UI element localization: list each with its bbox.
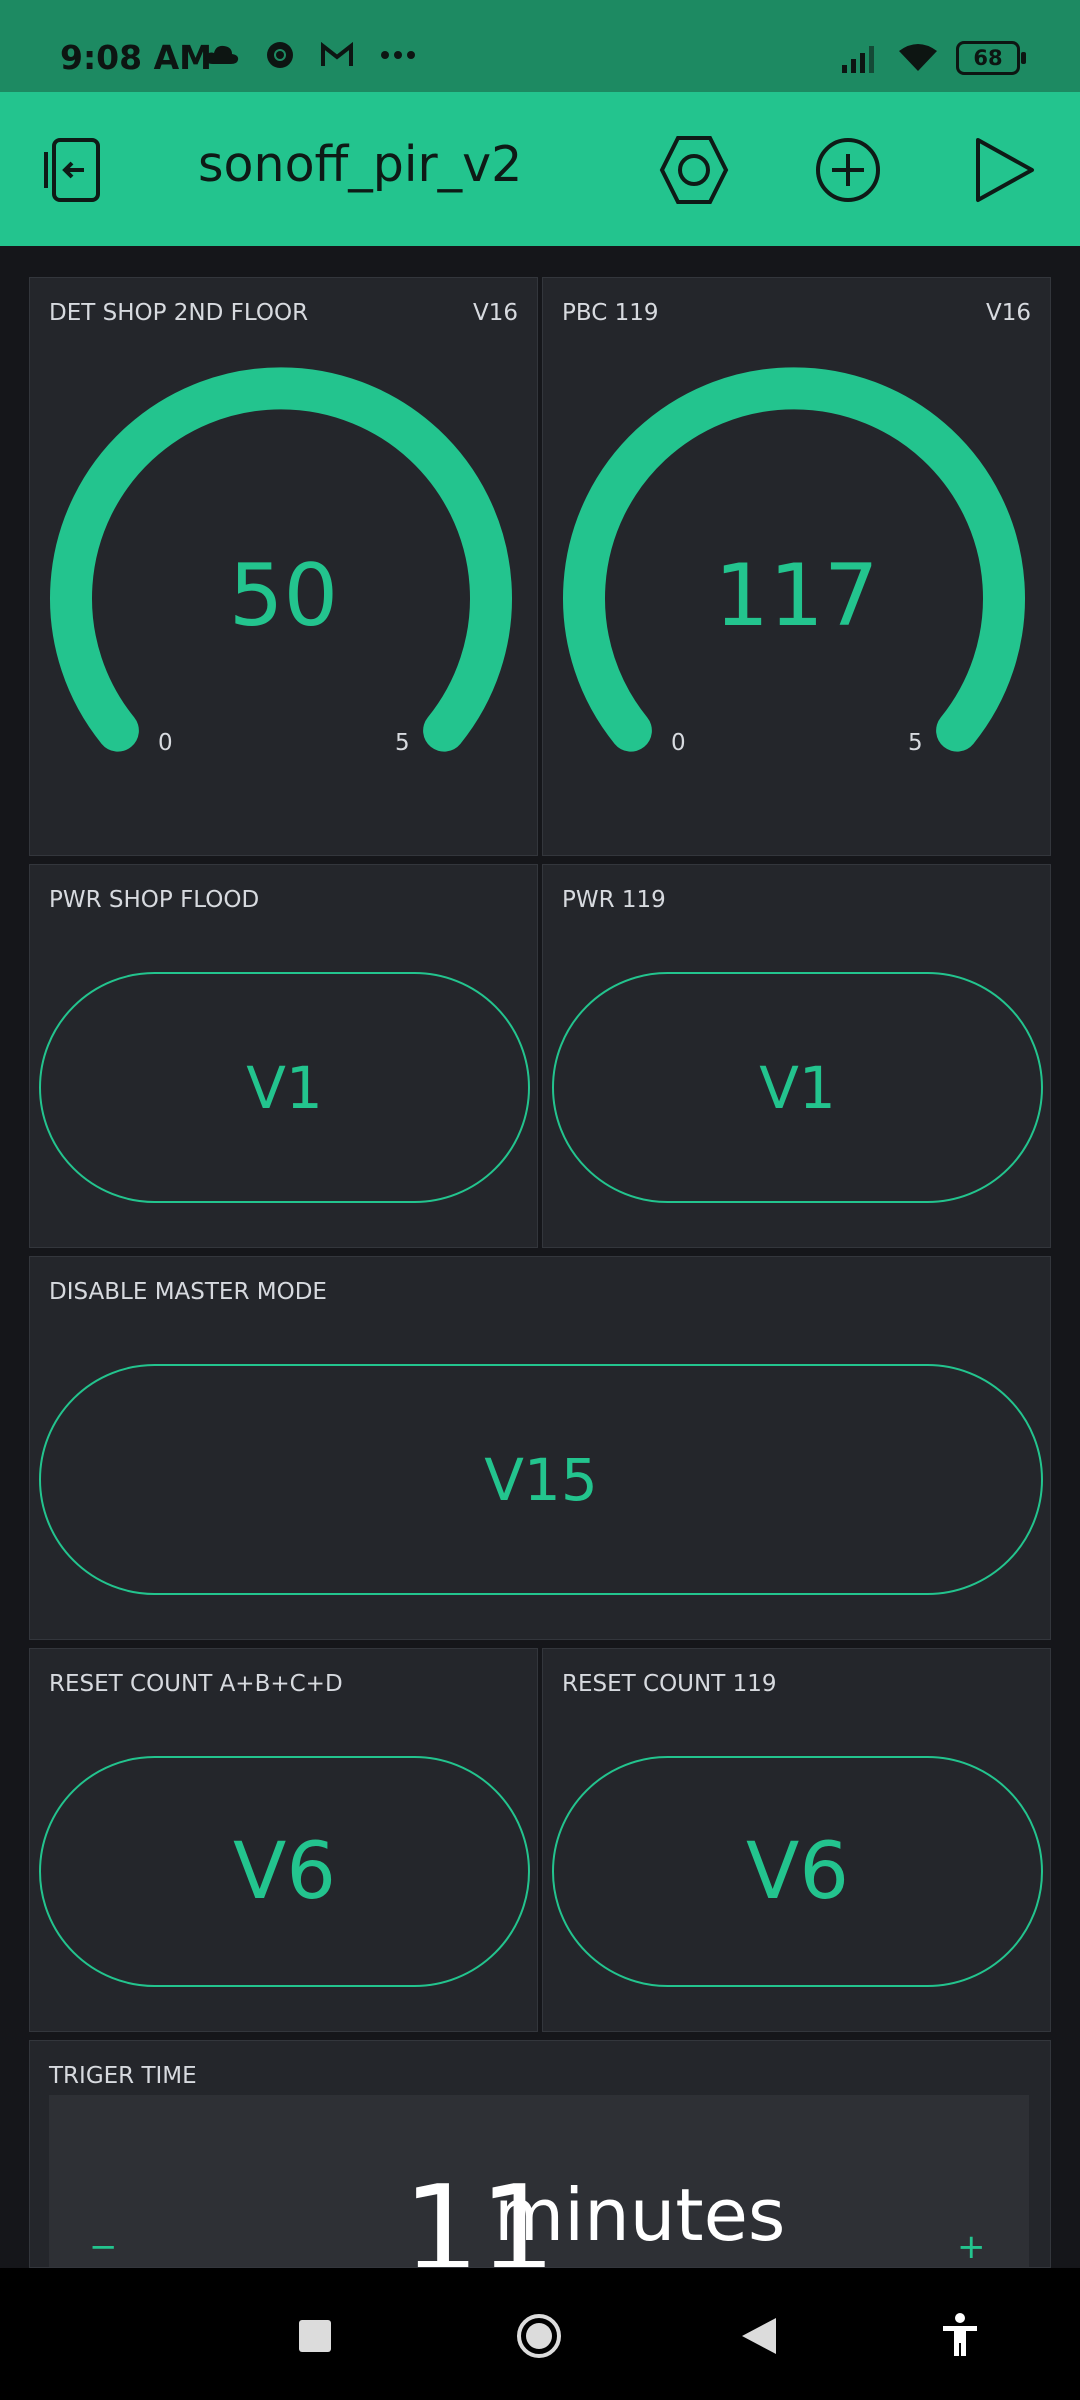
wifi-icon	[899, 44, 937, 71]
stepper-minus-button[interactable]: −	[89, 2227, 118, 2267]
button-text: V6	[233, 1826, 336, 1917]
button-text: V1	[246, 1053, 323, 1122]
gauge-value: 50	[228, 546, 339, 646]
cloud-icon	[205, 45, 239, 64]
button-text: V6	[746, 1826, 849, 1917]
reset-count-abcd-button[interactable]: V6	[39, 1756, 530, 1987]
accessibility-icon[interactable]	[940, 2312, 980, 2358]
back-icon[interactable]	[740, 2316, 778, 2356]
stepper-display: − 11 minutes +	[49, 2095, 1029, 2267]
gmail-icon	[321, 41, 354, 66]
gauge-value: 117	[714, 546, 879, 646]
stepper-widget-triger-time: TRIGER TIME − 11 minutes +	[29, 2040, 1051, 2268]
widget-label: RESET COUNT A+B+C+D	[49, 1671, 343, 1697]
widget-label: PWR 119	[562, 887, 666, 913]
battery-icon: 68	[956, 41, 1026, 75]
recent-apps-icon[interactable]	[297, 2318, 333, 2354]
button-text: V1	[759, 1053, 836, 1122]
gauge-max: 5	[395, 730, 410, 756]
pwr-shop-flood-button[interactable]: V1	[39, 972, 530, 1203]
app-bar: sonoff_pir_v2	[0, 92, 1080, 246]
pwr-119-button[interactable]: V1	[552, 972, 1043, 1203]
gauge-widget-pbc-119[interactable]: PBC 119 V16 117 0 5	[542, 277, 1051, 856]
play-icon[interactable]	[966, 132, 1042, 208]
system-nav-bar	[0, 2268, 1080, 2400]
more-dots-icon	[380, 50, 415, 59]
stepper-plus-button[interactable]: +	[957, 2227, 986, 2267]
disable-master-mode-button[interactable]: V15	[39, 1364, 1043, 1595]
signal-icon	[842, 46, 874, 73]
button-widget-reset-count-abcd: RESET COUNT A+B+C+D V6	[29, 1648, 538, 2032]
add-icon[interactable]	[810, 132, 886, 208]
button-widget-pwr-119: PWR 119 V1	[542, 864, 1051, 1248]
reset-count-119-button[interactable]: V6	[552, 1756, 1043, 1987]
stepper-unit: minutes	[494, 2173, 786, 2257]
exit-icon[interactable]	[38, 132, 114, 208]
widget-label: PWR SHOP FLOOD	[49, 887, 260, 913]
gauge-max: 5	[908, 730, 923, 756]
settings-nut-icon[interactable]	[656, 132, 732, 208]
gauge-widget-det-shop[interactable]: DET SHOP 2ND FLOOR V16 50 0 5	[29, 277, 538, 856]
widget-label: TRIGER TIME	[49, 2063, 197, 2089]
button-text: V15	[484, 1445, 598, 1514]
widget-label: DISABLE MASTER MODE	[49, 1279, 327, 1305]
button-widget-disable-master: DISABLE MASTER MODE V15	[29, 1256, 1051, 1640]
status-left-icons	[205, 36, 416, 71]
button-widget-pwr-shop-flood: PWR SHOP FLOOD V1	[29, 864, 538, 1248]
button-widget-reset-count-119: RESET COUNT 119 V6	[542, 1648, 1051, 2032]
project-title: sonoff_pir_v2	[198, 136, 523, 193]
widget-label: RESET COUNT 119	[562, 1671, 777, 1697]
status-bar: 9:08 AM 68	[0, 0, 1080, 92]
gauge-min: 0	[671, 730, 686, 756]
home-icon[interactable]	[515, 2312, 563, 2360]
gauge-min: 0	[158, 730, 173, 756]
status-time: 9:08 AM	[60, 38, 212, 77]
status-right-icons: 68	[840, 40, 1026, 76]
chrome-icon	[266, 41, 293, 68]
battery-level: 68	[973, 46, 1003, 70]
